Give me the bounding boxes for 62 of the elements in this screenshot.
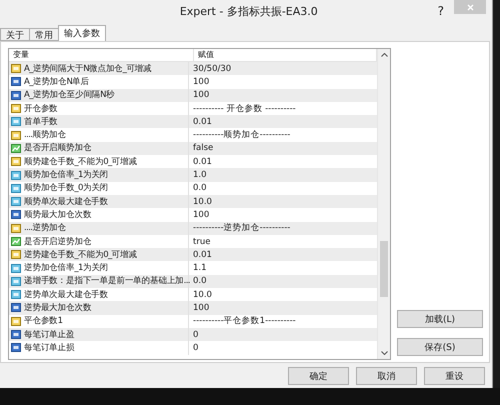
close-button[interactable] (454, 0, 486, 14)
parameter-name: 逆势最大加仓次数 (24, 302, 92, 314)
save-button[interactable]: 保存(S) (397, 338, 483, 356)
parameter-value[interactable]: 0.0 (189, 183, 377, 194)
parameter-name: 首单手数 (24, 116, 58, 128)
parameter-value[interactable]: ----------平仓参数1---------- (189, 315, 377, 328)
parameter-value[interactable]: ---------- 开仓参数 ---------- (189, 102, 377, 115)
tab[interactable]: 常用 (29, 28, 59, 41)
parameter-name: 顺势建仓手数_不能为0_可增减 (24, 156, 137, 168)
scroll-down-icon[interactable] (380, 351, 388, 355)
reset-button[interactable]: 重设 (424, 367, 485, 385)
parameter-value[interactable]: 100 (189, 302, 377, 313)
parameter-value[interactable]: 100 (189, 76, 377, 87)
parameter-value[interactable]: ----------逆势加仓---------- (189, 222, 377, 234)
parameter-name: ....顺势加仓 (24, 129, 66, 142)
chart-icon (11, 144, 21, 153)
scroll-thumb[interactable] (380, 241, 388, 297)
parameter-name: 每笔订单止损 (24, 342, 74, 354)
ok-button[interactable]: 确定 (288, 367, 349, 385)
parameter-value[interactable]: 0.01 (189, 116, 377, 127)
parameter-value[interactable]: 1.0 (189, 170, 377, 180)
tab[interactable]: 关于 (0, 28, 30, 41)
parameter-value[interactable]: 0 (189, 342, 377, 353)
parameter-value[interactable]: false (189, 143, 377, 154)
parameter-value[interactable]: 0.01 (189, 250, 377, 260)
cancel-button[interactable]: 取消 (356, 367, 417, 385)
scrollbar[interactable] (377, 49, 390, 359)
parameter-name: 逆势建仓手数_不能为0_可增减 (24, 248, 137, 261)
parameter-name: 每笔订单止盈 (24, 328, 74, 341)
parameter-name: 平仓参数1 (24, 315, 62, 328)
parameter-name: 顺势最大加仓次数 (24, 208, 92, 221)
parameter-name: 逆势加仓倍率_1为关闭 (24, 262, 108, 274)
parameter-value[interactable]: 10.0 (189, 196, 377, 207)
parameter-name: 是否开启顺势加仓 (24, 142, 92, 154)
parameter-value[interactable]: ----------顺势加仓---------- (189, 129, 377, 142)
parameter-value[interactable]: 10.0 (189, 290, 377, 300)
parameter-value[interactable]: 100 (189, 210, 377, 220)
load-button[interactable]: 加载(L) (397, 310, 483, 328)
parameter-name: ....逆势加仓 (24, 222, 66, 234)
parameter-value[interactable]: 0.01 (189, 156, 377, 167)
parameter-name: 顺势加仓倍率_1为关闭 (24, 169, 108, 182)
parameter-value[interactable]: true (189, 236, 377, 246)
parameter-value[interactable]: 0.0 (189, 276, 377, 286)
tab[interactable]: 输入参数 (58, 25, 106, 41)
parameter-name: 开仓参数 (24, 102, 58, 115)
scroll-up-icon[interactable] (380, 53, 388, 57)
parameter-name: 是否开启逆势加仓 (24, 236, 92, 248)
help-button[interactable]: ? (438, 4, 444, 18)
parameter-value[interactable]: 30/50/30 (189, 64, 377, 74)
parameter-name: 递增手数：是指下一单是前一单的基础上加... (24, 275, 190, 288)
parameter-name: A_逆势加仓N单后 (24, 76, 90, 88)
parameter-name: 顺势单次最大建仓手数 (24, 196, 108, 208)
column-header[interactable]: 变量 (9, 49, 194, 61)
close-icon (466, 4, 474, 10)
parameter-name: 顺势加仓手数_0为关闭 (24, 182, 108, 194)
parameter-value[interactable]: 1.1 (189, 263, 377, 274)
parameter-value[interactable]: 100 (189, 90, 377, 100)
parameter-name: A_逆势加仓至少间隔N秒 (24, 89, 114, 102)
parameter-name: 逆势单次最大建仓手数 (24, 288, 108, 301)
parameter-value[interactable]: 0 (189, 330, 377, 340)
parameter-name: A_逆势间隔大于N微点加仓_可增减 (24, 62, 152, 75)
window-title: Expert - 多指标共振-EA3.0 (178, 4, 319, 18)
